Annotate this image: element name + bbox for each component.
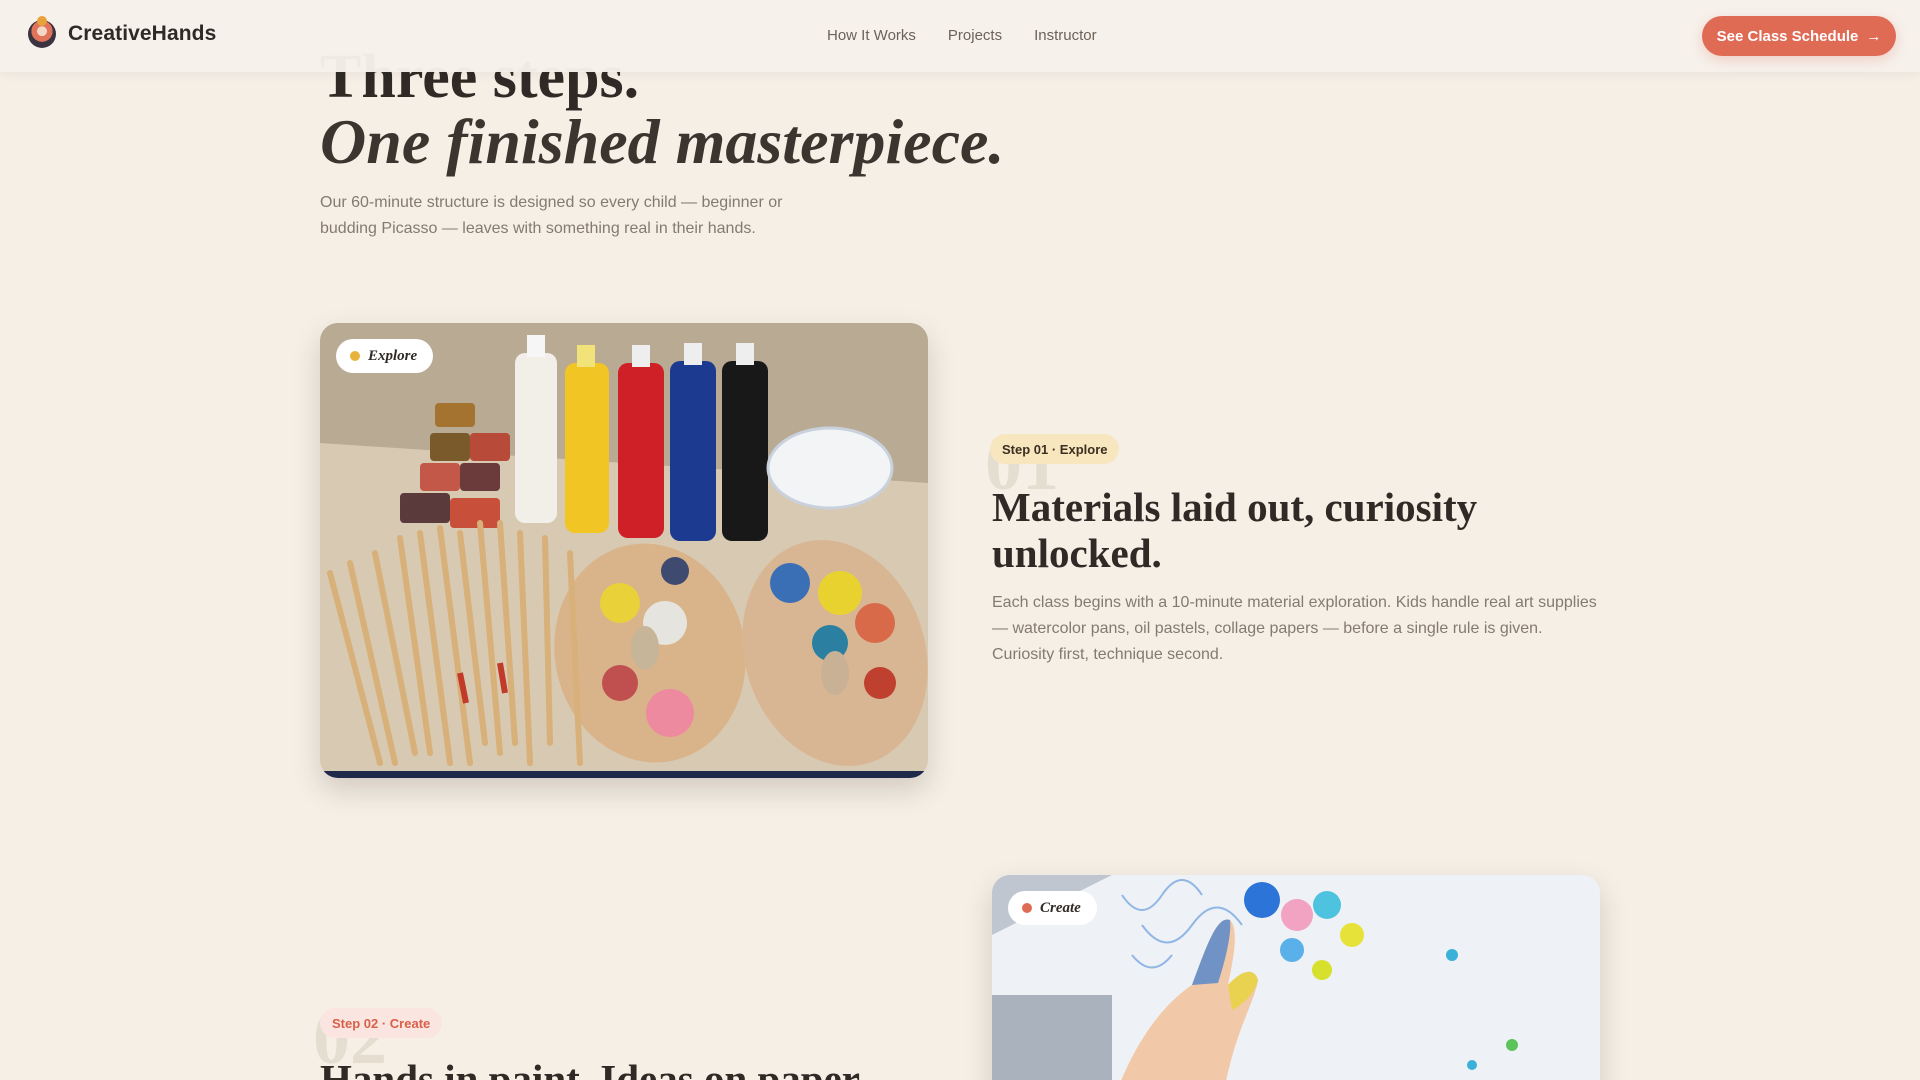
nav-link-how-it-works[interactable]: How It Works bbox=[827, 27, 916, 44]
main-nav: How It Works Projects Instructor bbox=[827, 27, 1097, 44]
explore-chip: Explore bbox=[336, 339, 434, 373]
step-badge-create: Step 02 · Create bbox=[320, 1008, 443, 1038]
arrow-right-icon: → bbox=[1866, 27, 1882, 45]
create-photo: Create bbox=[992, 875, 1600, 1080]
brand[interactable]: CreativeHands bbox=[28, 16, 217, 48]
create-chip: Create bbox=[1008, 891, 1097, 925]
hero-subtitle: Our 60-minute structure is designed so e… bbox=[320, 194, 783, 237]
explore-chip-label: Explore bbox=[368, 347, 418, 364]
hero-title-line2: One finished masterpiece. bbox=[320, 106, 1005, 177]
cta-label: See Class Schedule bbox=[1716, 27, 1859, 45]
create-dot-icon bbox=[1022, 903, 1032, 913]
brand-logo-icon bbox=[28, 16, 56, 48]
step-title-explore: Materials laid out, curiosity unlocked. bbox=[992, 484, 1478, 576]
see-class-schedule-button[interactable]: See Class Schedule → bbox=[1702, 16, 1896, 56]
explore-photo: Explore bbox=[320, 323, 928, 778]
nav-link-projects[interactable]: Projects bbox=[948, 27, 1002, 44]
step-badge-explore: Step 01 · Explore bbox=[990, 434, 1120, 464]
step-body-explore: Each class begins with a 10-minute mater… bbox=[992, 594, 1597, 663]
brand-name: CreativeHands bbox=[68, 22, 217, 45]
site-header: CreativeHands How It Works Projects Inst… bbox=[0, 0, 1920, 72]
explore-dot-icon bbox=[350, 351, 360, 361]
create-chip-label: Create bbox=[1040, 899, 1081, 916]
nav-link-instructor[interactable]: Instructor bbox=[1034, 27, 1097, 44]
step-title-create: Hands in paint. Ideas on paper. bbox=[320, 1056, 867, 1080]
art-supplies-image bbox=[320, 323, 928, 778]
